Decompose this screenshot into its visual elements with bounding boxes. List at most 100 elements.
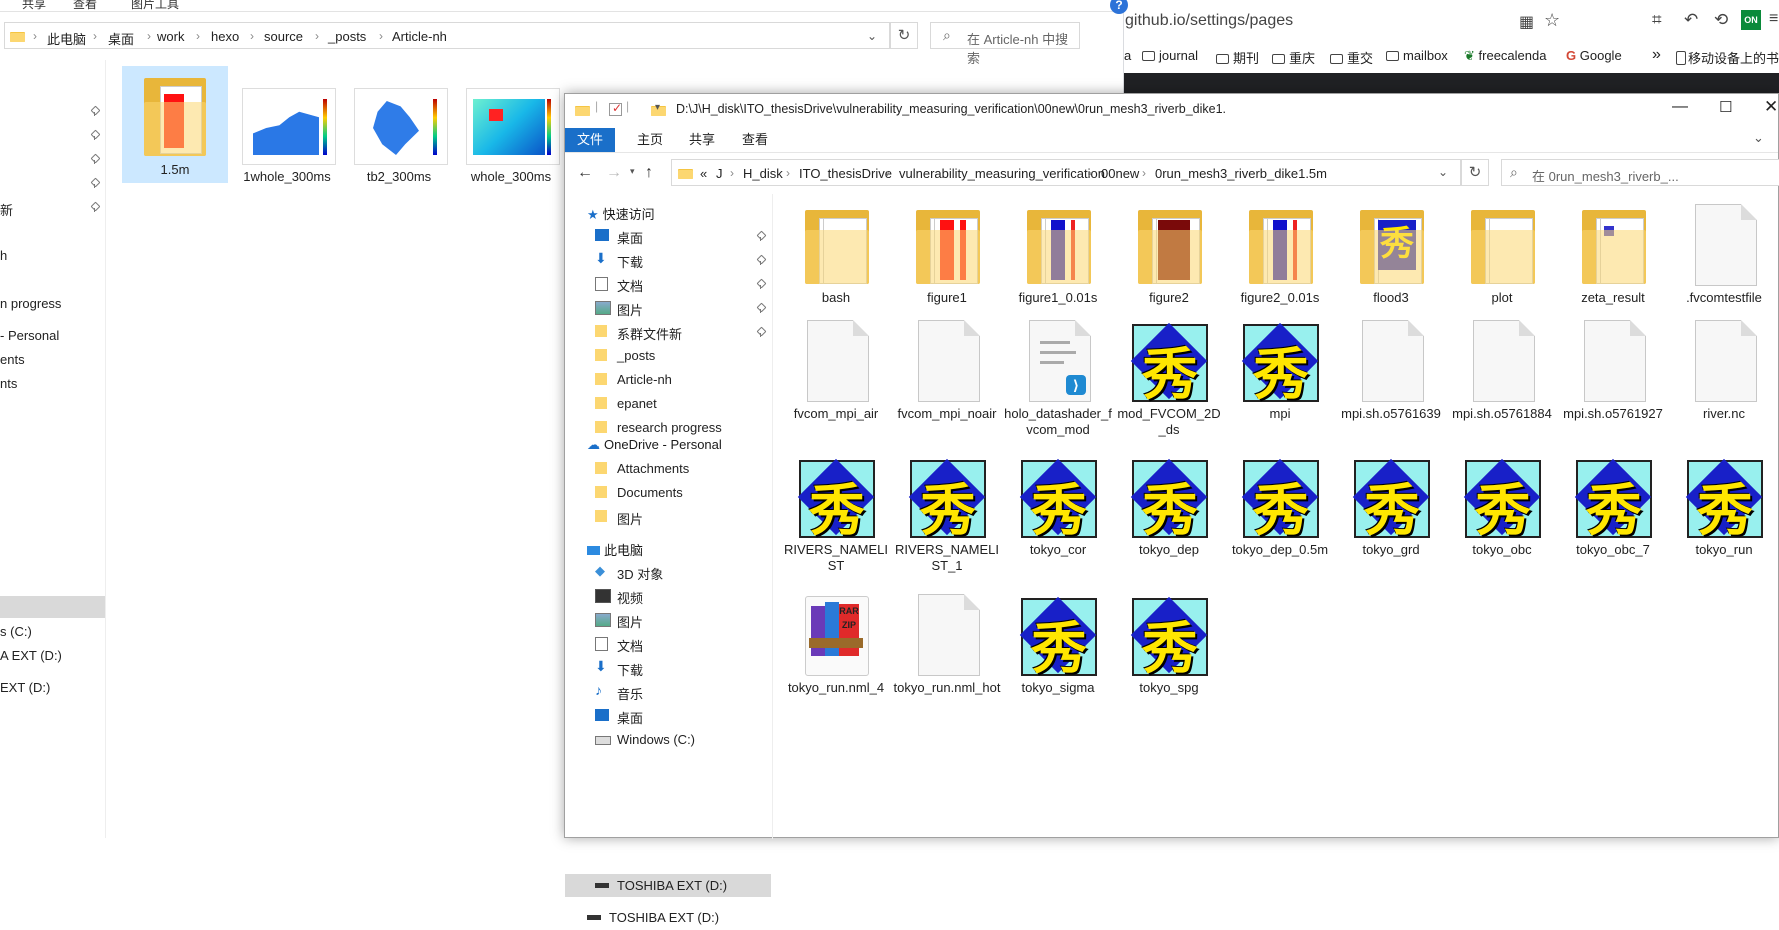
file-tile[interactable]: 1whole_300ms — [242, 72, 336, 184]
address-bar[interactable]: « J › H_disk › ITO_thesisDrive › vulnera… — [671, 159, 1461, 186]
bookmark[interactable]: 重庆 — [1272, 48, 1315, 67]
nav-item[interactable]: n progress — [0, 296, 61, 311]
onedrive-header[interactable]: ☁ OneDrive - Personal — [587, 437, 722, 453]
chevron-down-icon[interactable]: ⌄ — [1438, 165, 1448, 179]
quick-toolbar-dropdown-icon[interactable]: ▾ — [655, 102, 660, 113]
sidebar-item-folder[interactable]: epanet — [595, 396, 765, 416]
more-bookmarks-icon[interactable]: » — [1652, 46, 1661, 64]
sidebar-item-pictures[interactable]: 图片 — [595, 300, 765, 320]
nav-item[interactable]: ents — [0, 352, 25, 367]
file-item[interactable]: river.nc — [1669, 318, 1779, 422]
file-item[interactable]: 秀 tokyo_dep_0.5m — [1225, 454, 1335, 558]
crumb-source[interactable]: source — [264, 29, 303, 44]
nav-drive-c[interactable]: s (C:) — [0, 624, 32, 639]
file-item[interactable]: fvcom_mpi_air — [781, 318, 891, 422]
tab-home[interactable]: 主页 — [637, 128, 663, 152]
file-item[interactable]: figure1 — [892, 202, 1002, 306]
extension-badge[interactable]: ON — [1741, 10, 1761, 30]
file-item[interactable]: 秀 tokyo_spg — [1114, 592, 1224, 696]
back-arrow-icon[interactable]: ← — [577, 164, 593, 182]
nav-item[interactable]: nts — [0, 376, 17, 391]
star-icon[interactable]: ☆ — [1544, 10, 1560, 31]
file-item[interactable]: figure2 — [1114, 202, 1224, 306]
crumb-work[interactable]: work — [157, 29, 184, 44]
up-arrow-icon[interactable]: ↑ — [645, 164, 653, 182]
left-search-box[interactable]: ⌕ 在 Article-nh 中搜索 — [930, 22, 1080, 66]
file-item[interactable]: .fvcomtestfile — [1669, 202, 1779, 306]
refresh-icon[interactable]: ↻ — [1461, 159, 1489, 186]
close-icon[interactable]: ✕ — [1764, 97, 1778, 117]
sidebar-item-documents[interactable]: 文档 — [595, 276, 765, 296]
tab-view[interactable]: 查看 — [742, 128, 768, 152]
chevron-down-icon[interactable]: ⌄ — [867, 29, 877, 43]
bookmark[interactable]: journal — [1142, 48, 1198, 63]
sidebar-item-downloads[interactable]: ⬇ 下载 — [595, 250, 765, 272]
crop-icon[interactable]: ⌗ — [1652, 10, 1662, 30]
file-item[interactable]: 秀 RIVERS_NAMELIST — [781, 454, 891, 574]
crumb[interactable]: 00new — [1101, 166, 1139, 181]
file-item[interactable]: zeta_result — [1558, 202, 1668, 306]
file-item[interactable]: figure2_0.01s — [1225, 202, 1335, 306]
crumb-posts[interactable]: _posts — [328, 29, 366, 44]
ribbon-expand-icon[interactable]: ⌄ — [1753, 130, 1764, 146]
bookmark[interactable]: 重交 — [1330, 48, 1373, 67]
url-text[interactable]: github.io/settings/pages — [1125, 12, 1293, 30]
refresh-icon[interactable]: ↻ — [890, 22, 918, 49]
recent-dropdown-icon[interactable]: ▾ — [630, 166, 635, 177]
qr-code-icon[interactable]: ▦ — [1519, 12, 1534, 32]
crumb-overflow[interactable]: « — [700, 166, 707, 181]
bookmark[interactable]: G Google — [1566, 48, 1622, 63]
file-item[interactable]: RAR ZIP tokyo_run.nml_4 — [781, 592, 891, 696]
crumb[interactable]: vulnerability_measuring_verification — [899, 166, 1105, 181]
bookmark[interactable]: ❦ freecalenda — [1464, 48, 1546, 64]
file-item[interactable]: mpi.sh.o5761927 — [1558, 318, 1668, 422]
crumb-this-pc[interactable]: 此电脑 — [47, 29, 86, 48]
file-item[interactable]: fvcom_mpi_noair — [892, 318, 1002, 422]
file-item[interactable]: 秀 tokyo_run — [1669, 454, 1779, 558]
bookmark[interactable]: a — [1124, 48, 1131, 63]
crumb[interactable]: ITO_thesisDrive — [799, 166, 892, 181]
tab-file[interactable]: 文件 — [565, 128, 616, 152]
nav-item[interactable]: - Personal — [0, 328, 59, 343]
file-item[interactable]: figure1_0.01s — [1003, 202, 1113, 306]
nav-drive-d-2[interactable]: EXT (D:) — [0, 680, 50, 695]
crumb-article-nh[interactable]: Article-nh — [392, 29, 447, 44]
this-pc-header[interactable]: 此电脑 — [587, 540, 643, 559]
nav-drive-d[interactable]: A EXT (D:) — [0, 648, 62, 663]
file-item[interactable]: 秀 RIVERS_NAMELIST_1 — [892, 454, 1002, 574]
crumb[interactable]: 0run_mesh3_riverb_dike1.5m — [1155, 166, 1327, 181]
file-item[interactable]: 秀 flood3 — [1336, 202, 1446, 306]
properties-check-icon[interactable]: ✓ — [609, 101, 622, 116]
sidebar-item-folder[interactable]: Article-nh — [595, 372, 765, 392]
menu-icon[interactable]: ≡ — [1769, 10, 1778, 28]
bookmark[interactable]: mailbox — [1386, 48, 1448, 63]
crumb-desktop[interactable]: 桌面 — [108, 29, 134, 48]
file-item[interactable]: 秀 tokyo_cor — [1003, 454, 1113, 558]
file-item[interactable]: 秀 mpi — [1225, 318, 1335, 422]
file-item[interactable]: tokyo_run.nml_hot — [892, 592, 1002, 696]
file-item[interactable]: 秀 mod_FVCOM_2D_ds — [1114, 318, 1224, 438]
file-item[interactable]: plot — [1447, 202, 1557, 306]
file-item[interactable]: 秀 tokyo_sigma — [1003, 592, 1113, 696]
nav-item[interactable]: h — [0, 248, 7, 263]
history-icon[interactable]: ⟲ — [1714, 10, 1728, 30]
maximize-icon[interactable]: ☐ — [1719, 98, 1732, 116]
crumb-hexo[interactable]: hexo — [211, 29, 239, 44]
tab-share[interactable]: 共享 — [689, 128, 715, 152]
search-box[interactable]: ⌕ 在 0run_mesh3_riverb_... — [1501, 159, 1779, 186]
forward-arrow-icon[interactable]: → — [606, 164, 622, 182]
left-address-bar[interactable]: › 此电脑 › 桌面 › work › hexo › source › _pos… — [4, 22, 890, 49]
bookmark[interactable]: 期刊 — [1216, 48, 1259, 67]
nav-selected-row[interactable] — [0, 596, 105, 618]
file-item[interactable]: mpi.sh.o5761639 — [1336, 318, 1446, 422]
file-item[interactable]: bash — [781, 202, 891, 306]
file-item[interactable]: 秀 tokyo_dep — [1114, 454, 1224, 558]
file-item[interactable]: ⟩ holo_datashader_fvcom_mod — [1003, 318, 1113, 438]
minimize-icon[interactable]: — — [1672, 98, 1688, 116]
file-item[interactable]: 秀 tokyo_obc_7 — [1558, 454, 1668, 558]
sidebar-item-folder[interactable]: _posts — [595, 348, 765, 368]
nav-item[interactable]: 新 — [0, 200, 13, 219]
file-item[interactable]: 秀 tokyo_obc — [1447, 454, 1557, 558]
crumb[interactable]: H_disk — [743, 166, 783, 181]
file-tile[interactable]: 1.5m — [130, 72, 220, 177]
